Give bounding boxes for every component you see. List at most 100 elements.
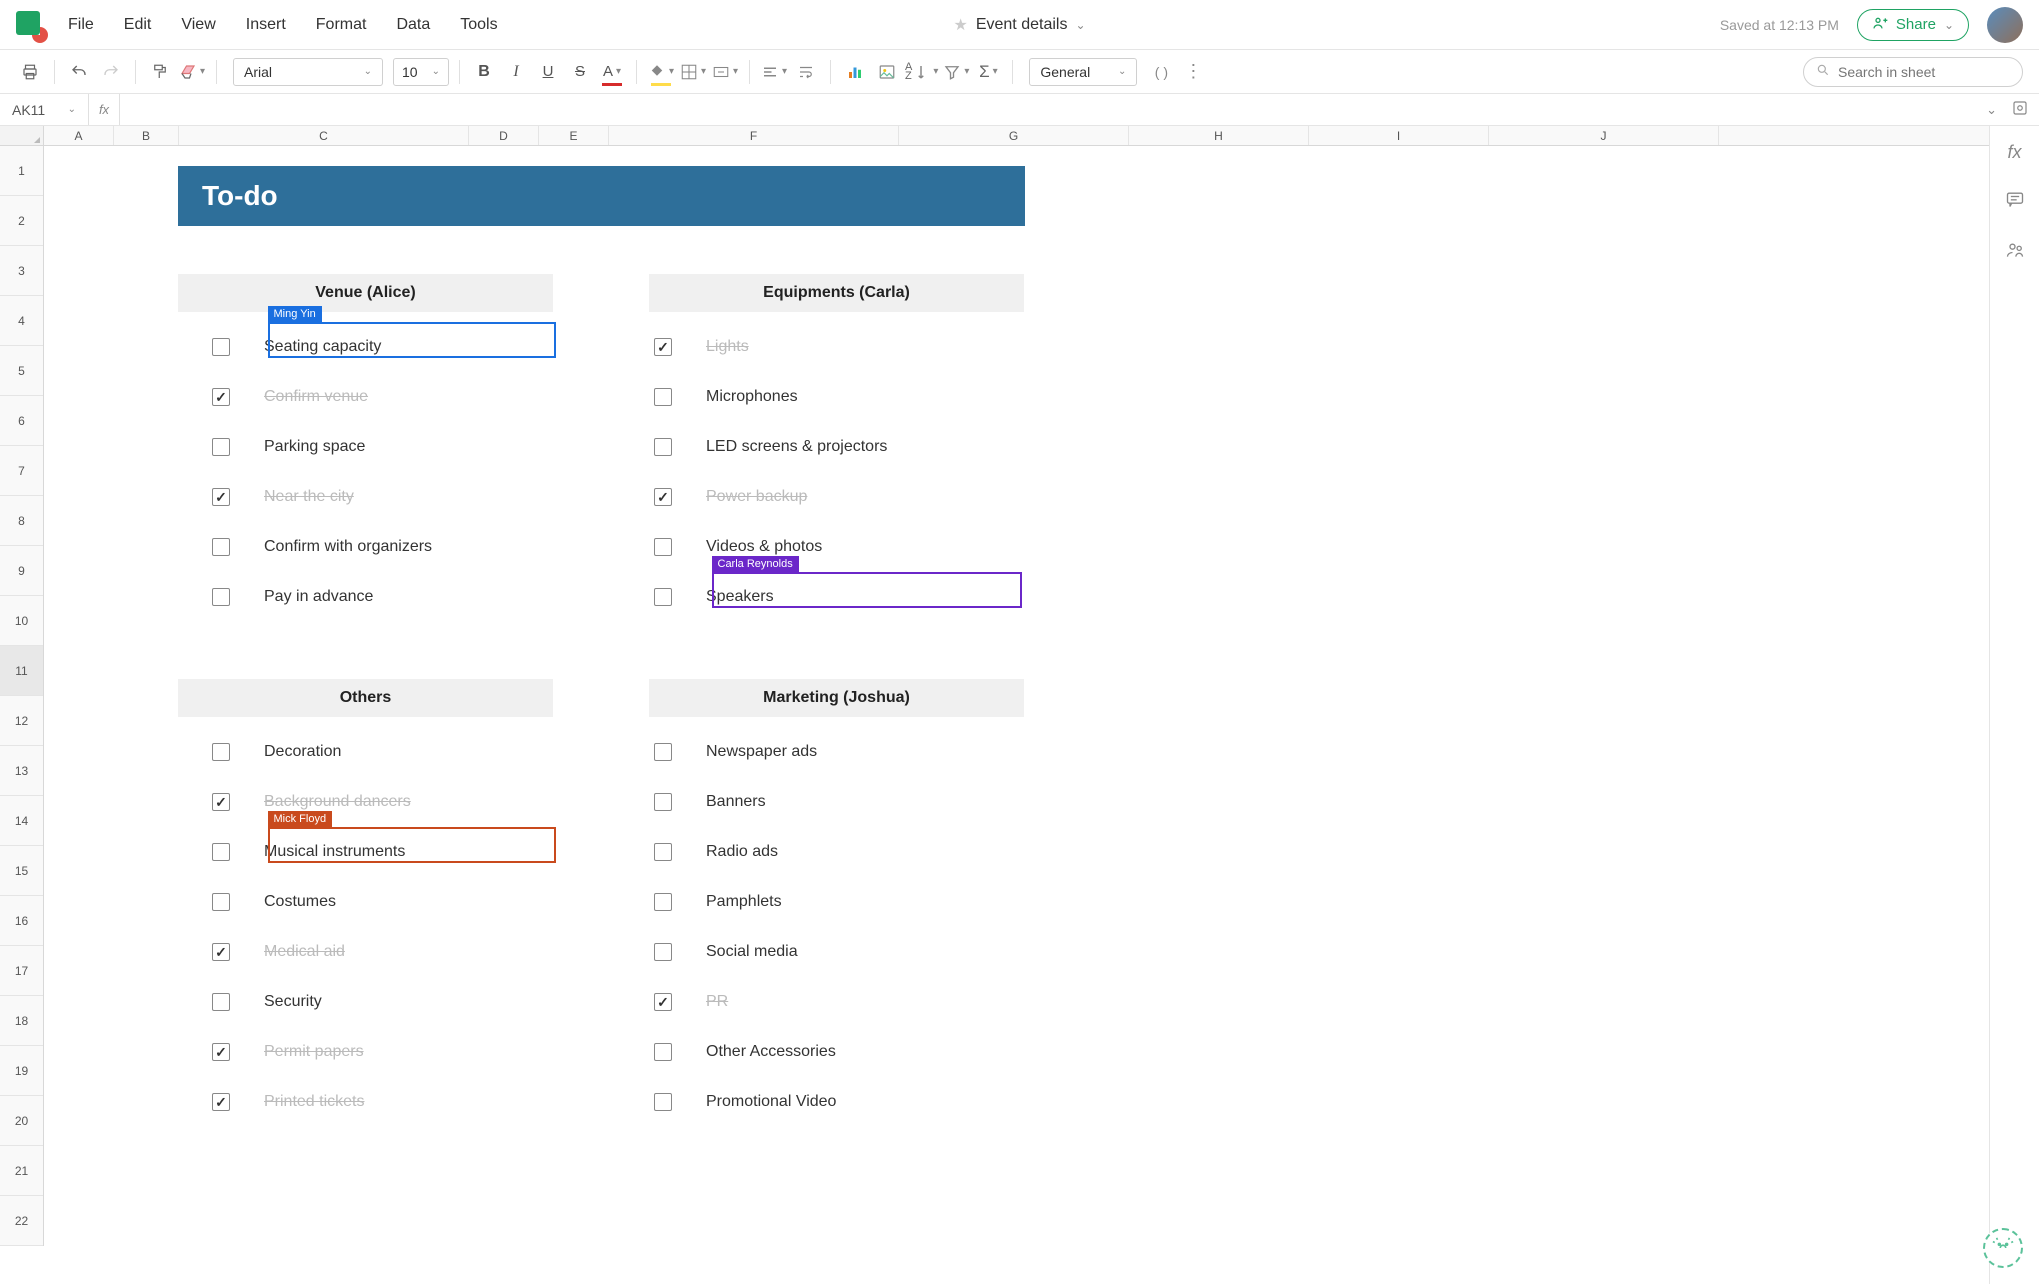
search-input[interactable] [1838,64,2019,80]
menu-data[interactable]: Data [396,16,430,34]
task-text[interactable]: Lights [706,338,749,356]
checkbox[interactable] [654,338,672,356]
chart-button[interactable] [841,58,869,86]
column-header[interactable]: G [899,126,1129,145]
row-header[interactable]: 14 [0,796,43,846]
checkbox[interactable] [654,893,672,911]
row-header[interactable]: 4 [0,296,43,346]
checkbox[interactable] [212,338,230,356]
bold-button[interactable]: B [470,58,498,86]
row-header[interactable]: 5 [0,346,43,396]
row-header[interactable]: 20 [0,1096,43,1146]
search-in-sheet[interactable] [1803,57,2023,87]
document-title[interactable]: Event details [976,16,1068,34]
strikethrough-button[interactable]: S [566,58,594,86]
menu-edit[interactable]: Edit [124,16,152,34]
menu-file[interactable]: File [68,16,94,34]
fx-label[interactable]: fx [88,94,120,125]
row-header[interactable]: 17 [0,946,43,996]
task-text[interactable]: Parking space [264,438,365,456]
print-button[interactable] [16,58,44,86]
row-header[interactable]: 18 [0,996,43,1046]
number-format-select[interactable]: General⌄ [1029,58,1137,86]
checkbox[interactable] [212,488,230,506]
borders-button[interactable]: ▾ [679,58,707,86]
menu-insert[interactable]: Insert [246,16,286,34]
checkbox[interactable] [654,843,672,861]
chevron-down-icon[interactable]: ⌄ [1075,18,1085,32]
checkbox[interactable] [212,388,230,406]
checkbox[interactable] [654,588,672,606]
checkbox[interactable] [654,438,672,456]
checkbox[interactable] [212,538,230,556]
star-icon[interactable]: ★ [953,15,967,35]
task-text[interactable]: Pay in advance [264,588,373,606]
spreadsheet-grid[interactable]: ABCDEFGHIJ 12345678910111213141516171819… [0,126,1989,1284]
row-header[interactable]: 9 [0,546,43,596]
row-header[interactable]: 3 [0,246,43,296]
share-button[interactable]: Share ⌄ [1857,9,1969,41]
row-header[interactable]: 22 [0,1196,43,1246]
row-header[interactable]: 12 [0,696,43,746]
row-header[interactable]: 11 [0,646,43,696]
row-header[interactable]: 16 [0,896,43,946]
checkbox[interactable] [654,1093,672,1111]
task-text[interactable]: Videos & photos [706,538,822,556]
row-header[interactable]: 21 [0,1146,43,1196]
task-text[interactable]: Near the city [264,488,354,506]
task-text[interactable]: Other Accessories [706,1043,836,1061]
font-select[interactable]: Arial⌄ [233,58,383,86]
checkbox[interactable] [654,793,672,811]
menu-tools[interactable]: Tools [460,16,497,34]
user-avatar[interactable] [1987,7,2023,43]
column-header[interactable]: F [609,126,899,145]
task-text[interactable]: Social media [706,943,798,961]
row-header[interactable]: 8 [0,496,43,546]
task-text[interactable]: Printed tickets [264,1093,364,1111]
checkbox[interactable] [212,793,230,811]
task-text[interactable]: Speakers [706,588,774,606]
comments-icon[interactable] [2005,189,2025,214]
checkbox[interactable] [654,943,672,961]
column-header[interactable]: B [114,126,179,145]
row-header[interactable]: 10 [0,596,43,646]
select-all-corner[interactable] [0,126,44,145]
more-button[interactable]: ⋮ [1179,58,1207,86]
redo-button[interactable] [97,58,125,86]
checkbox[interactable] [212,1093,230,1111]
wrap-button[interactable] [792,58,820,86]
row-header[interactable]: 6 [0,396,43,446]
underline-button[interactable]: U [534,58,562,86]
checkbox[interactable] [212,893,230,911]
task-text[interactable]: Power backup [706,488,807,506]
task-text[interactable]: Newspaper ads [706,743,817,761]
task-text[interactable]: Decoration [264,743,341,761]
expand-icon[interactable]: ⌄ [1986,102,1997,118]
row-header[interactable]: 19 [0,1046,43,1096]
parentheses-button[interactable]: ( ) [1147,58,1175,86]
align-button[interactable]: ▾ [760,58,788,86]
task-text[interactable]: Promotional Video [706,1093,836,1111]
task-text[interactable]: LED screens & projectors [706,438,887,456]
clear-format-button[interactable]: ▾ [178,58,206,86]
fill-color-button[interactable]: ▾ [647,58,675,86]
filter-button[interactable]: ▾ [942,58,970,86]
checkbox[interactable] [212,993,230,1011]
column-header[interactable]: A [44,126,114,145]
zia-assistant-button[interactable] [1983,1228,2023,1268]
task-text[interactable]: Musical instruments [264,843,405,861]
checkbox[interactable] [654,388,672,406]
font-size-select[interactable]: 10⌄ [393,58,449,86]
column-header[interactable]: E [539,126,609,145]
task-text[interactable]: Medical aid [264,943,345,961]
row-header[interactable]: 2 [0,196,43,246]
task-text[interactable]: Confirm with organizers [264,538,432,556]
task-text[interactable]: Radio ads [706,843,778,861]
merge-button[interactable]: ▾ [711,58,739,86]
checkbox[interactable] [212,743,230,761]
menu-format[interactable]: Format [316,16,367,34]
task-text[interactable]: Costumes [264,893,336,911]
checkbox[interactable] [212,588,230,606]
checkbox[interactable] [654,993,672,1011]
task-text[interactable]: Banners [706,793,766,811]
